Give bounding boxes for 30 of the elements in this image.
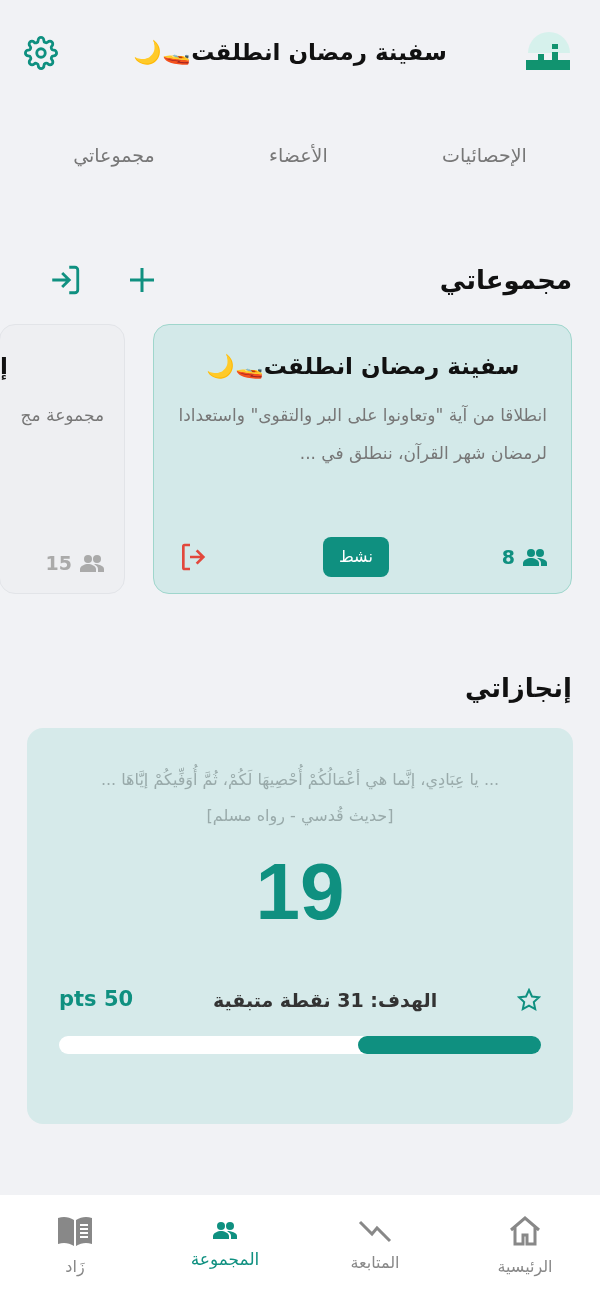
people-icon [213,1220,237,1239]
trend-down-icon [358,1218,392,1243]
tab[interactable]: الأعضاء [253,132,344,178]
status-badge: نشط [322,537,389,577]
tab[interactable]: مجموعاتي [57,132,171,178]
group-description: مجموعة مج [19,403,104,428]
goal-text: الهدف: 31 نقطة متبقية [212,987,438,1014]
nav-item[interactable]: الرئيسية [470,1206,580,1287]
plus-icon[interactable] [128,266,156,294]
tab[interactable]: الإحصائيات [426,132,543,178]
group-title: إ [0,352,9,382]
section-title: مجموعاتي [439,263,572,298]
group-description: انطلاقا من آية "وتعاونوا على البر والتقوى" واستعدادا لرمضان شهر القرآن، ننطلق في ... [178,403,547,466]
quote-source: [حديث قُدسي - رواه مسلم] [206,805,394,828]
section-title: إنجازاتي [463,672,573,705]
home-icon [508,1214,542,1247]
nav-item[interactable]: المتابعة [320,1206,430,1287]
people-icon [523,548,547,566]
target-points: pts 50 [59,986,134,1013]
settings-icon[interactable] [24,35,58,70]
group-title: سفينة رمضان انطلقت🚤🌙 [204,352,521,382]
nav-item[interactable]: المجموعة [170,1206,280,1287]
people-icon [80,553,104,572]
book-icon [56,1214,94,1247]
app-title: سفينة رمضان انطلقت🚤🌙 [133,38,447,68]
member-count: 15 [45,550,72,576]
nav-item[interactable]: زَاد [20,1206,130,1287]
points-value: 19 [255,852,345,932]
star-icon [517,987,541,1012]
member-count: 8 [501,544,515,570]
